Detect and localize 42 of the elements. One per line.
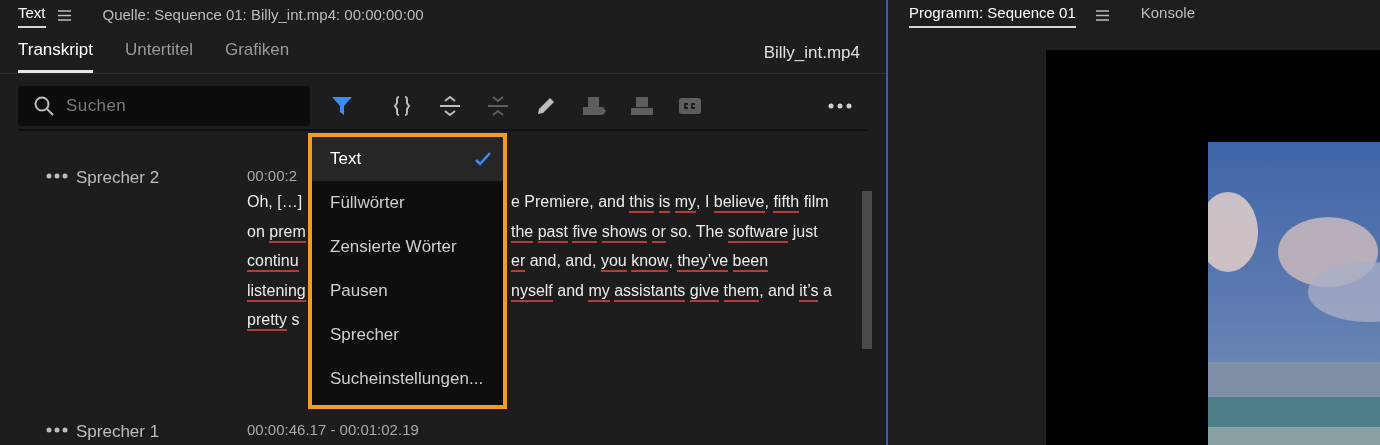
panel-tab[interactable]: Konsole: [1140, 1, 1195, 29]
filter-icon: [330, 94, 354, 118]
menu-item[interactable]: Sucheinstellungen...: [312, 357, 503, 401]
insert-clip-icon: [582, 94, 606, 118]
transcript-text: pretty s: [247, 311, 300, 329]
menu-item[interactable]: Zensierte Wörter: [312, 225, 503, 269]
transcript-text: listening: [247, 281, 306, 299]
transcript-text: the past five shows or so. The software just: [511, 219, 818, 244]
clip-name: Billy_int.mp4: [763, 41, 861, 64]
tab[interactable]: Grafiken: [225, 36, 290, 73]
speaker-name[interactable]: Sprecher 2: [76, 165, 160, 191]
expand-icon: [438, 94, 462, 118]
transcript-text: on prem: [247, 222, 306, 240]
menu-item[interactable]: Füllwörter: [312, 181, 503, 225]
search-input[interactable]: Suchen: [66, 93, 266, 119]
overwrite-clip-icon: [630, 94, 654, 118]
collapse-icon: [486, 94, 510, 118]
checkmark-icon: [475, 152, 491, 166]
timecode: 00:00:2: [247, 166, 299, 186]
timecode: 00:00:46.17 - 00:01:02.19: [247, 420, 419, 440]
transcript-text: nyself and my assistants give them, and it’s a: [511, 278, 832, 303]
source-label: Quelle: Sequence 01: Billy_int.mp4: 00:00:00:00: [102, 4, 424, 25]
more-icon[interactable]: [46, 173, 68, 179]
tab[interactable]: Transkript: [18, 36, 93, 73]
speaker-name[interactable]: Sprecher 1: [76, 419, 160, 445]
menu-item[interactable]: Text: [312, 137, 503, 181]
more-icon: [828, 103, 852, 109]
panel-tab[interactable]: Text: [18, 1, 46, 29]
search-icon: [34, 96, 54, 116]
scrollbar[interactable]: [862, 191, 872, 349]
search-field[interactable]: Suchen: [18, 86, 310, 126]
transcript-text: e Premiere, and this is my, I believe, fifth film: [511, 190, 829, 215]
menu-item[interactable]: Sprecher: [312, 313, 503, 357]
transcript-text: Oh, […]: [247, 193, 303, 211]
more-icon[interactable]: [46, 427, 68, 433]
menu-icon[interactable]: [1095, 9, 1109, 21]
panel-tab[interactable]: Programm: Sequence 01: [909, 1, 1076, 29]
transcript-text: continu: [247, 252, 299, 270]
menu-item[interactable]: Pausen: [312, 269, 503, 313]
tab[interactable]: Untertitel: [124, 36, 193, 73]
menu-icon[interactable]: [57, 9, 71, 21]
transcript-text: er and, and, you know, they’ve been: [511, 249, 769, 274]
